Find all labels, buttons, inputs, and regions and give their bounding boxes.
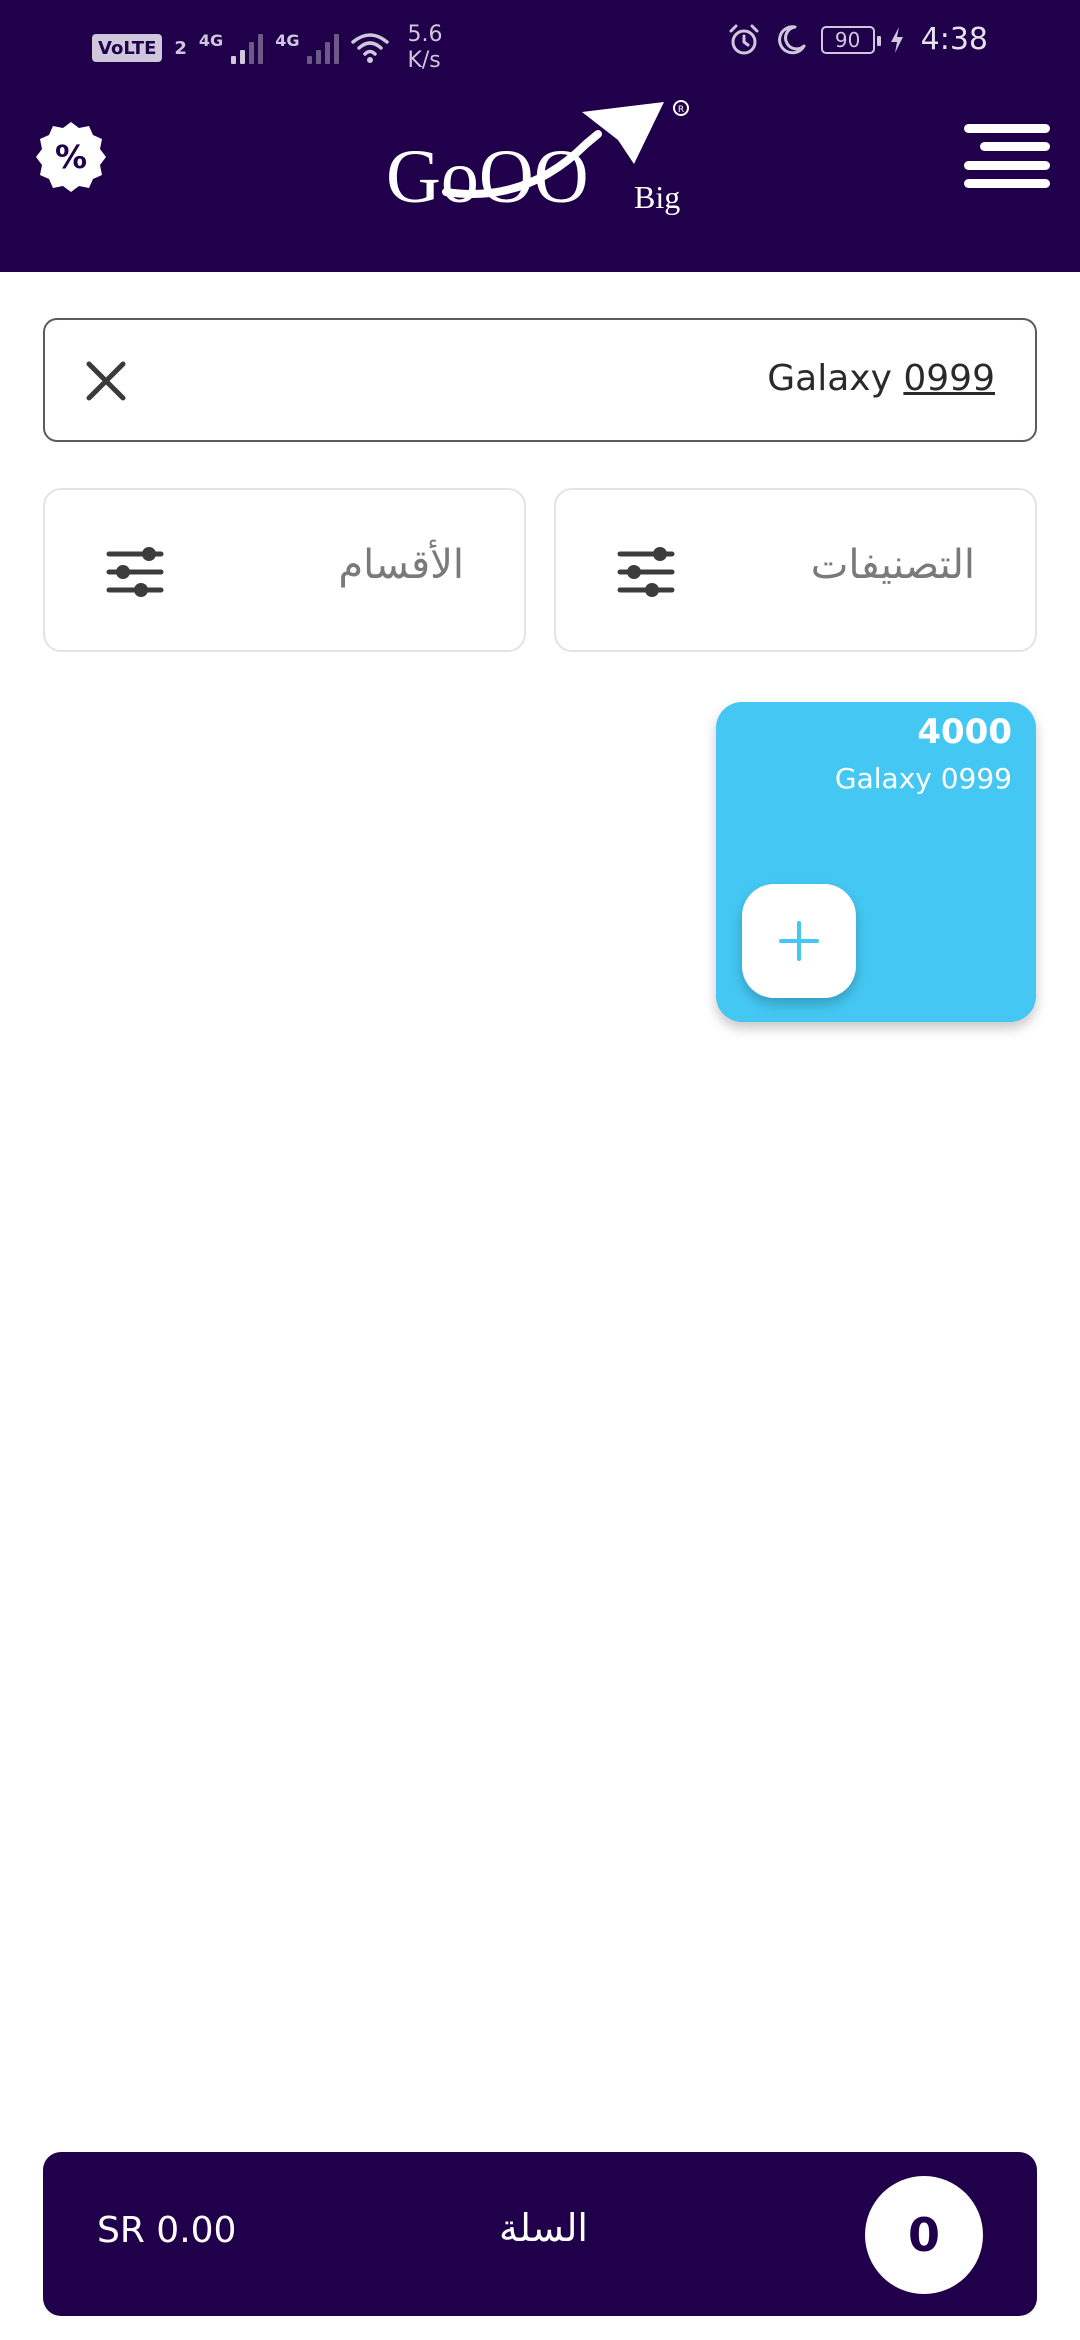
speed-value: 5.6 xyxy=(407,22,443,47)
cart-total: SR 0.00 xyxy=(97,2210,237,2251)
search-value-word: Galaxy xyxy=(767,358,892,399)
cart-bar[interactable]: SR 0.00 السلة 0 xyxy=(43,2152,1037,2316)
svg-text:R: R xyxy=(678,105,684,115)
network-type-2: 4G xyxy=(275,30,300,50)
network-type-1: 4G xyxy=(198,30,224,50)
battery-level: 90 xyxy=(834,27,861,52)
categories-filter-button[interactable]: التصنيفات xyxy=(554,488,1037,652)
alarm-icon xyxy=(729,24,759,54)
signal-icon-2 xyxy=(307,32,340,64)
hamburger-menu-icon[interactable] xyxy=(964,124,1050,188)
cart-count: 0 xyxy=(907,2208,940,2262)
sim-number: 2 xyxy=(174,37,187,59)
product-card[interactable]: 4000 Galaxy 0999 xyxy=(716,702,1036,1022)
charging-icon xyxy=(890,26,903,53)
battery-icon: 90 xyxy=(820,25,881,54)
categories-filter-label: التصنيفات xyxy=(810,542,975,588)
moon-icon xyxy=(777,24,806,54)
cart-count-badge: 0 xyxy=(865,2176,983,2294)
sections-filter-button[interactable]: الأقسام xyxy=(43,488,526,652)
signal-icon xyxy=(231,32,264,64)
search-value: Galaxy 0999 xyxy=(767,358,995,399)
cart-label: السلة xyxy=(499,2206,588,2250)
app-screen: VoLTE 2 4G 4G 5.6 K/s 90 4:38 % GoOO Big… xyxy=(0,0,1080,2340)
speed-unit: K/s xyxy=(407,48,441,73)
status-bar: VoLTE 2 4G 4G 5.6 K/s 90 4:38 xyxy=(0,0,1080,84)
logo-subtext: Big xyxy=(634,179,680,215)
wifi-icon xyxy=(351,33,390,63)
logo-text: GoOO xyxy=(386,135,589,216)
sliders-icon xyxy=(106,547,164,597)
app-header: VoLTE 2 4G 4G 5.6 K/s 90 4:38 % GoOO Big… xyxy=(0,0,1080,272)
close-icon[interactable] xyxy=(81,356,131,406)
volte-icon: VoLTE xyxy=(92,34,163,62)
svg-text:%: % xyxy=(55,138,87,176)
sliders-icon xyxy=(617,547,675,597)
sections-filter-label: الأقسام xyxy=(338,542,464,588)
search-value-number: 0999 xyxy=(903,358,995,399)
status-bar-right: 90 4:38 xyxy=(727,22,988,57)
search-input[interactable]: Galaxy 0999 xyxy=(43,318,1037,442)
product-price: 4000 xyxy=(917,712,1012,752)
network-speed: 5.6 K/s xyxy=(407,22,442,74)
status-bar-left: VoLTE 2 4G 4G 5.6 K/s xyxy=(92,22,442,74)
product-name: Galaxy 0999 xyxy=(834,762,1012,795)
clock: 4:38 xyxy=(920,22,988,57)
app-logo: GoOO Big R xyxy=(386,100,689,216)
percent-badge-icon[interactable]: % xyxy=(34,120,108,194)
add-to-cart-button[interactable] xyxy=(742,884,856,998)
plus-icon xyxy=(779,921,819,961)
